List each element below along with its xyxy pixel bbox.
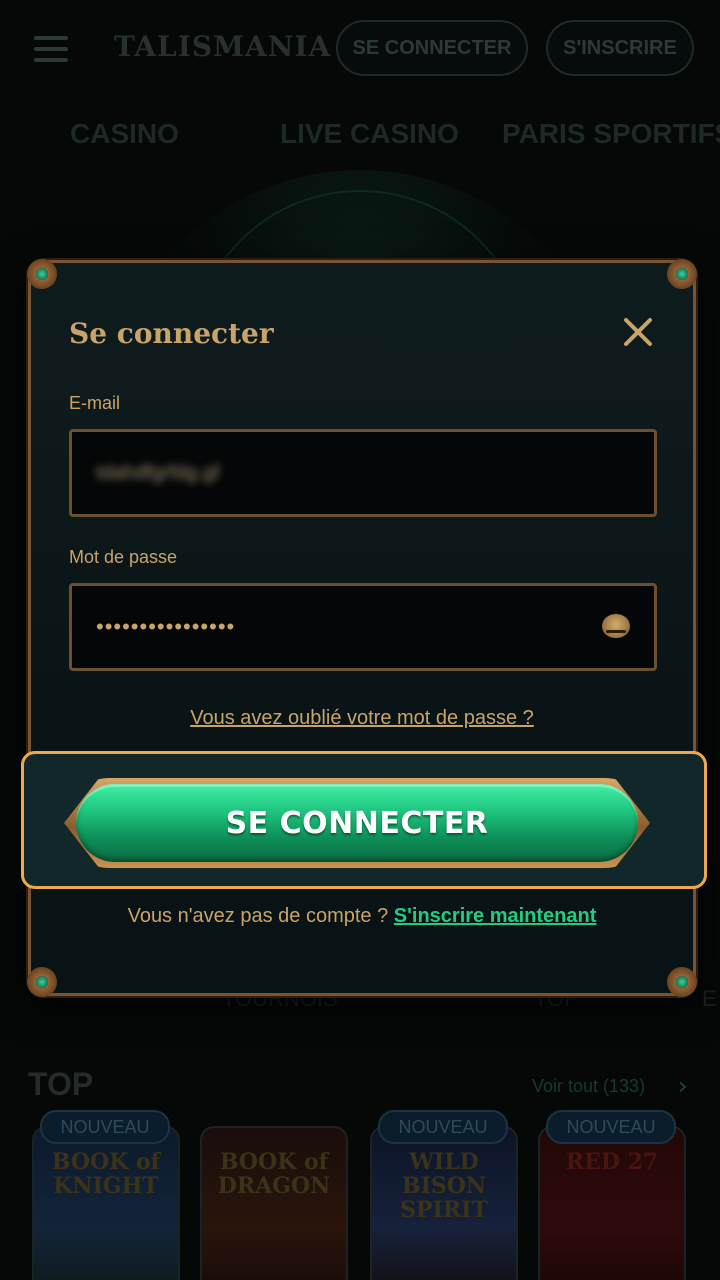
header-login-button[interactable]: SE CONNECTER [336,20,528,76]
new-badge: NOUVEAU [40,1110,170,1144]
top-header: TALISMANIA SE CONNECTER S'INSCRIRE [0,0,720,96]
game-card-wild-bison-spirit[interactable]: WILD BISON SPIRIT [370,1126,518,1280]
email-label: E-mail [69,393,121,413]
new-badge: NOUVEAU [546,1110,676,1144]
password-label: Mot de passe [69,547,178,567]
see-all-link[interactable]: Voir tout (133) [532,1076,645,1097]
corner-gem-icon [27,259,57,289]
no-account-text: Vous n'avez pas de compte ? [127,905,389,927]
corner-gem-icon [667,259,697,289]
game-title: RED 27 [565,1149,659,1175]
top-section-title: TOP [28,1066,94,1102]
signup-now-link[interactable]: S'inscrire maintenant [394,905,597,927]
no-account-row: Vous n'avez pas de compte ? S'inscrire m… [31,905,693,928]
submit-highlight: SE CONNECTER [21,751,707,889]
password-value: •••••••••••••••• [96,614,236,639]
email-field[interactable]: tdahdfgrfdg.gf [69,429,657,517]
nav-live-casino[interactable]: LIVE CASINO [280,118,459,150]
nav-paris-sportifs[interactable]: PARIS SPORTIFS [502,118,720,150]
nav-casino[interactable]: CASINO [70,118,179,150]
header-signup-button[interactable]: S'INSCRIRE [546,20,694,76]
category-next[interactable]: E [702,986,717,1012]
site-logo[interactable]: TALISMANIA [114,30,331,63]
game-title: WILD BISON SPIRIT [400,1149,488,1223]
eye-icon[interactable] [602,614,630,638]
game-card-book-of-dragon[interactable]: BOOK of DRAGON [200,1126,348,1280]
new-badge: NOUVEAU [378,1110,508,1144]
password-field[interactable]: •••••••••••••••• [69,583,657,671]
game-card-book-of-knight[interactable]: BOOK of KNIGHT [32,1126,180,1280]
login-submit-button[interactable]: SE CONNECTER [76,784,638,862]
forgot-password-link[interactable]: Vous avez oublié votre mot de passe ? [31,707,693,730]
login-modal: Se connecter E-mail tdahdfgrfdg.gf Mot d… [21,259,707,997]
game-card-red-27[interactable]: RED 27 [538,1126,686,1280]
game-title: BOOK of KNIGHT [51,1149,161,1199]
main-nav: CASINO LIVE CASINO PARIS SPORTIFS [0,118,720,162]
email-value: tdahdfgrfdg.gf [96,462,220,484]
game-title: BOOK of DRAGON [217,1149,331,1199]
chevron-right-icon[interactable]: › [678,1072,688,1100]
modal-title: Se connecter [69,317,274,350]
close-icon[interactable] [619,313,657,351]
menu-icon[interactable] [34,36,68,62]
corner-gem-icon [667,967,697,997]
corner-gem-icon [27,967,57,997]
